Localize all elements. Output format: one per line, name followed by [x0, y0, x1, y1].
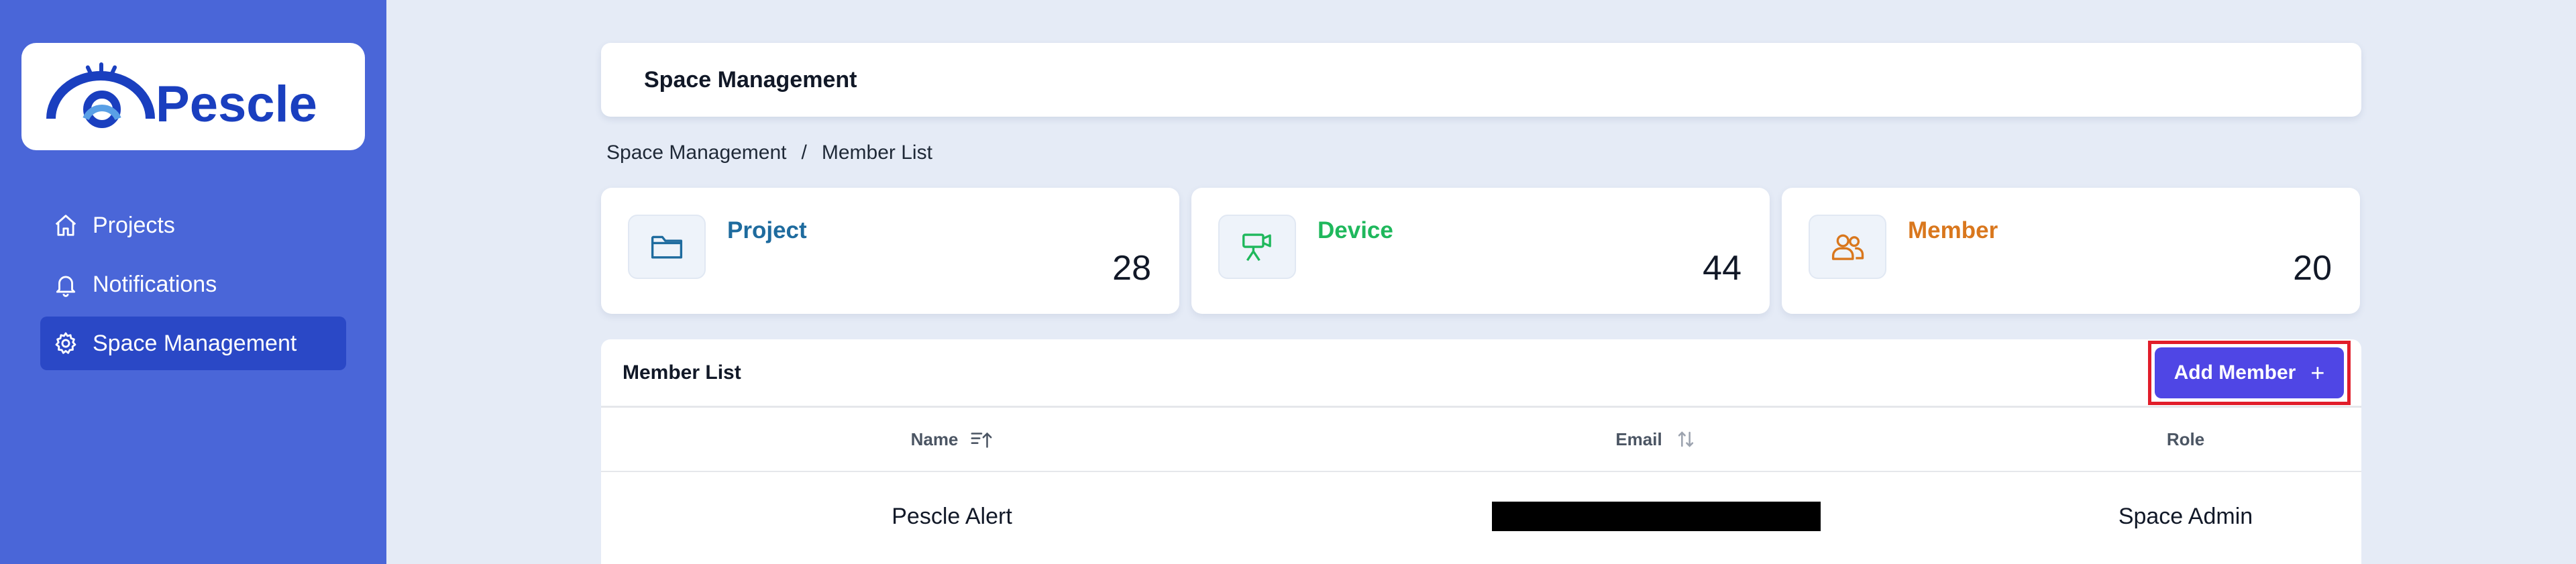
stat-card-member[interactable]: Member 20 — [1782, 188, 2360, 314]
add-member-highlight: Add Member + — [2148, 340, 2351, 405]
cell-name: Pescle Alert — [892, 503, 1012, 529]
column-header-label: Role — [2166, 429, 2205, 449]
stat-label: Project — [727, 217, 807, 243]
breadcrumb: Space Management / Member List — [606, 139, 932, 166]
cell-email — [1303, 502, 2010, 531]
home-icon — [52, 212, 79, 239]
member-list-panel: Member List Add Member + Name Email Role… — [601, 339, 2361, 564]
camera-icon — [1218, 215, 1296, 279]
stat-card-device[interactable]: Device 44 — [1191, 188, 1770, 314]
gear-icon — [52, 330, 79, 357]
page-title: Space Management — [644, 66, 857, 93]
breadcrumb-item-member-list: Member List — [821, 142, 932, 164]
stat-value: 20 — [2293, 249, 2332, 288]
sort-icon[interactable] — [1674, 429, 1697, 449]
folder-icon — [628, 215, 706, 279]
member-list-title: Member List — [623, 361, 741, 384]
stat-card-project[interactable]: Project 28 — [601, 188, 1179, 314]
stat-value: 44 — [1703, 249, 1741, 288]
sidebar-item-notifications[interactable]: Notifications — [40, 258, 346, 311]
sidebar-item-projects[interactable]: Projects — [40, 199, 346, 252]
pescle-logo: Pescle — [46, 62, 317, 133]
stat-value: 28 — [1112, 249, 1151, 288]
column-header-name[interactable]: Name — [601, 429, 1303, 450]
app-root: Pescle Projects Notifications Space Mana… — [0, 0, 2576, 564]
add-member-label: Add Member — [2174, 361, 2296, 384]
column-header-label: Name — [910, 429, 959, 449]
bell-icon — [52, 271, 79, 298]
sidebar: Pescle Projects Notifications Space Mana… — [0, 0, 386, 564]
sort-ascending-icon[interactable] — [970, 429, 993, 449]
stat-label: Member — [1908, 217, 1998, 243]
add-member-button[interactable]: Add Member + — [2155, 347, 2344, 398]
breadcrumb-item-space-management[interactable]: Space Management — [606, 142, 787, 164]
column-header-role: Role — [2010, 429, 2361, 450]
users-icon — [1809, 215, 1886, 279]
sidebar-item-label: Space Management — [93, 330, 297, 356]
table-row[interactable]: Pescle Alert Space Admin — [601, 472, 2361, 561]
logo-card[interactable]: Pescle — [21, 43, 365, 150]
member-list-header: Member List Add Member + — [601, 339, 2361, 408]
sidebar-nav: Projects Notifications Space Management — [40, 199, 346, 376]
column-header-email[interactable]: Email — [1303, 429, 2010, 450]
breadcrumb-separator: / — [801, 142, 807, 164]
svg-text:Pescle: Pescle — [156, 76, 317, 133]
stat-label: Device — [1318, 217, 1393, 243]
sidebar-item-label: Notifications — [93, 271, 217, 297]
redacted-email — [1492, 502, 1821, 531]
sidebar-item-label: Projects — [93, 212, 175, 238]
column-header-label: Email — [1615, 429, 1662, 449]
page-header: Space Management — [601, 43, 2361, 117]
cell-role: Space Admin — [2118, 503, 2253, 529]
table-header: Name Email Role — [601, 408, 2361, 472]
plus-icon: + — [2310, 358, 2325, 386]
sidebar-item-space-management[interactable]: Space Management — [40, 317, 346, 370]
